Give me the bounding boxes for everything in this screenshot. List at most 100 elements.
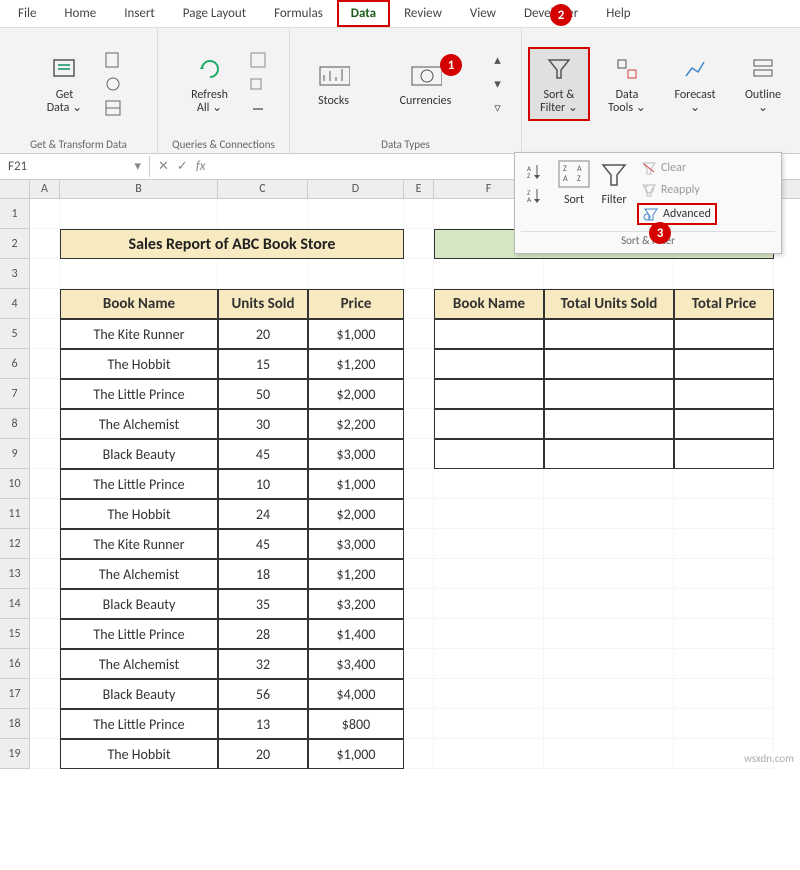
summary-cell[interactable] (674, 319, 774, 349)
cell[interactable] (674, 259, 774, 289)
book-name-cell[interactable]: Black Beauty (60, 589, 218, 619)
price-cell[interactable]: $1,000 (308, 739, 404, 769)
book-name-cell[interactable]: The Hobbit (60, 739, 218, 769)
units-cell[interactable]: 45 (218, 529, 308, 559)
accept-icon[interactable]: ✓ (177, 159, 188, 174)
cell[interactable] (434, 649, 544, 679)
table-header[interactable]: Units Sold (218, 289, 308, 319)
units-cell[interactable]: 13 (218, 709, 308, 739)
units-cell[interactable]: 35 (218, 589, 308, 619)
table-header[interactable]: Book Name (434, 289, 544, 319)
cell[interactable] (404, 649, 434, 679)
summary-cell[interactable] (434, 379, 544, 409)
units-cell[interactable]: 20 (218, 319, 308, 349)
cell[interactable] (30, 289, 60, 319)
col-header[interactable]: D (308, 180, 404, 198)
cell[interactable] (544, 259, 674, 289)
cell[interactable] (404, 709, 434, 739)
units-cell[interactable]: 56 (218, 679, 308, 709)
tab-data[interactable]: Data (337, 0, 390, 27)
expand-button[interactable]: ▿ (487, 97, 509, 119)
cell[interactable] (434, 709, 544, 739)
cell[interactable] (404, 679, 434, 709)
tab-page-layout[interactable]: Page Layout (169, 0, 260, 27)
table-header[interactable]: Total Price (674, 289, 774, 319)
cell[interactable] (434, 529, 544, 559)
book-name-cell[interactable]: Black Beauty (60, 439, 218, 469)
sort-button[interactable]: ZAAZ Sort (557, 159, 591, 207)
col-header[interactable] (0, 180, 30, 198)
cell[interactable] (404, 499, 434, 529)
filter-button[interactable]: Filter (599, 159, 629, 207)
book-name-cell[interactable]: The Hobbit (60, 349, 218, 379)
summary-cell[interactable] (434, 439, 544, 469)
cell[interactable] (308, 259, 404, 289)
cell[interactable] (30, 709, 60, 739)
cell[interactable] (60, 259, 218, 289)
book-name-cell[interactable]: The Alchemist (60, 649, 218, 679)
units-cell[interactable]: 18 (218, 559, 308, 589)
cell[interactable] (30, 349, 60, 379)
refresh-all-button[interactable]: Refresh All ⌄ (179, 49, 241, 119)
cell[interactable] (30, 649, 60, 679)
cell[interactable] (434, 559, 544, 589)
summary-cell[interactable] (674, 349, 774, 379)
cell[interactable] (30, 469, 60, 499)
summary-cell[interactable] (674, 379, 774, 409)
summary-cell[interactable] (544, 409, 674, 439)
table-header[interactable]: Book Name (60, 289, 218, 319)
col-header[interactable]: B (60, 180, 218, 198)
from-table-button[interactable] (102, 97, 124, 119)
cell[interactable] (674, 649, 774, 679)
cell[interactable] (30, 739, 60, 769)
cell[interactable] (544, 529, 674, 559)
cell[interactable] (30, 229, 60, 259)
cell[interactable] (30, 439, 60, 469)
col-header[interactable]: E (404, 180, 434, 198)
tab-help[interactable]: Help (592, 0, 644, 27)
cell[interactable] (674, 679, 774, 709)
book-name-cell[interactable]: The Hobbit (60, 499, 218, 529)
cell[interactable] (218, 199, 308, 229)
price-cell[interactable]: $3,200 (308, 589, 404, 619)
book-name-cell[interactable]: Black Beauty (60, 679, 218, 709)
row-header[interactable]: 17 (0, 679, 30, 709)
summary-cell[interactable] (544, 349, 674, 379)
cell[interactable] (60, 199, 218, 229)
cell[interactable] (434, 259, 544, 289)
summary-cell[interactable] (434, 409, 544, 439)
book-name-cell[interactable]: The Kite Runner (60, 319, 218, 349)
row-header[interactable]: 13 (0, 559, 30, 589)
cell[interactable] (30, 409, 60, 439)
units-cell[interactable]: 30 (218, 409, 308, 439)
tab-insert[interactable]: Insert (110, 0, 169, 27)
row-header[interactable]: 8 (0, 409, 30, 439)
row-header[interactable]: 3 (0, 259, 30, 289)
forecast-button[interactable]: Forecast ⌄ (664, 49, 726, 119)
cell[interactable] (30, 679, 60, 709)
price-cell[interactable]: $1,200 (308, 559, 404, 589)
cell[interactable] (404, 349, 434, 379)
edit-links-button[interactable] (247, 97, 269, 119)
cell[interactable] (404, 739, 434, 769)
row-header[interactable]: 15 (0, 619, 30, 649)
from-text-button[interactable] (102, 49, 124, 71)
price-cell[interactable]: $3,400 (308, 649, 404, 679)
col-header[interactable]: C (218, 180, 308, 198)
cell[interactable] (308, 199, 404, 229)
from-web-button[interactable] (102, 73, 124, 95)
price-cell[interactable]: $2,000 (308, 499, 404, 529)
cell[interactable] (404, 199, 434, 229)
cells[interactable]: 12Sales Report of ABC Book StoreSummary … (0, 199, 800, 769)
cell[interactable] (404, 379, 434, 409)
cell[interactable] (404, 529, 434, 559)
stocks-button[interactable]: Stocks (303, 55, 365, 112)
price-cell[interactable]: $2,000 (308, 379, 404, 409)
cell[interactable] (434, 589, 544, 619)
summary-cell[interactable] (434, 349, 544, 379)
book-name-cell[interactable]: The Alchemist (60, 409, 218, 439)
units-cell[interactable]: 24 (218, 499, 308, 529)
row-header[interactable]: 5 (0, 319, 30, 349)
sort-filter-button[interactable]: Sort & Filter ⌄ (528, 47, 590, 121)
row-header[interactable]: 2 (0, 229, 30, 259)
